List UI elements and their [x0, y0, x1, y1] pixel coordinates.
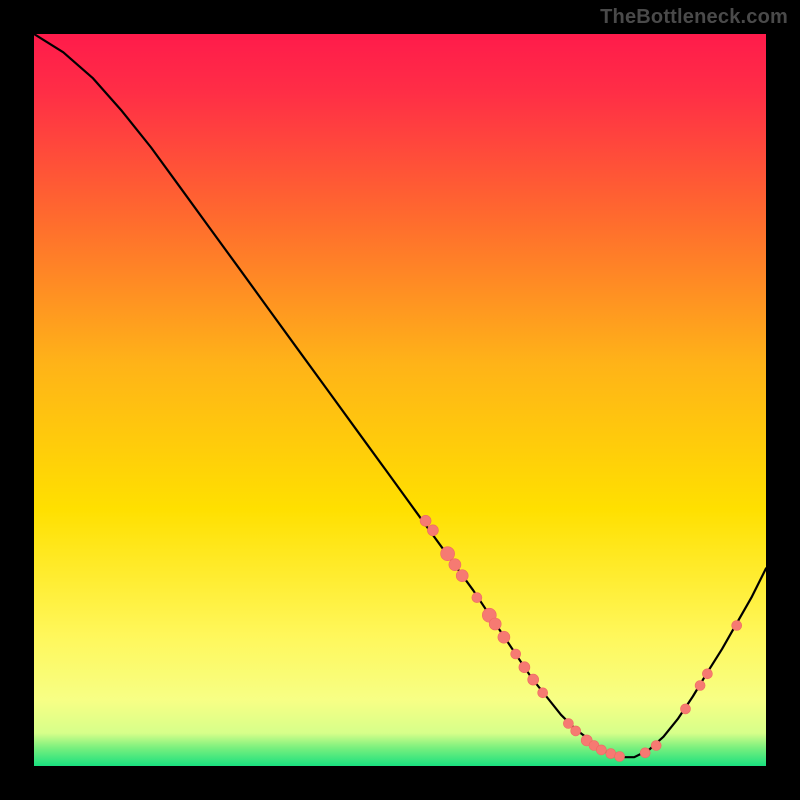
highlight-point	[472, 593, 482, 603]
highlight-point	[489, 618, 501, 630]
highlight-point	[571, 726, 581, 736]
highlight-point	[563, 719, 573, 729]
highlight-point	[427, 525, 438, 536]
gradient-background	[34, 34, 766, 766]
highlight-point	[695, 681, 705, 691]
highlight-point	[519, 662, 530, 673]
highlight-point	[511, 649, 521, 659]
highlight-point	[538, 688, 548, 698]
highlight-point	[596, 745, 606, 755]
highlight-point	[606, 749, 616, 759]
watermark-text: TheBottleneck.com	[600, 6, 788, 29]
highlight-point	[456, 570, 468, 582]
highlight-point	[640, 748, 650, 758]
plot-area	[34, 34, 766, 766]
chart-frame: TheBottleneck.com	[0, 0, 800, 800]
highlight-point	[702, 669, 712, 679]
chart-svg	[34, 34, 766, 766]
highlight-point	[449, 559, 461, 571]
highlight-point	[732, 621, 742, 631]
highlight-point	[615, 752, 625, 762]
highlight-point	[420, 515, 431, 526]
highlight-point	[441, 547, 455, 561]
highlight-point	[681, 704, 691, 714]
highlight-point	[528, 674, 539, 685]
highlight-point	[651, 741, 661, 751]
highlight-point	[498, 631, 510, 643]
